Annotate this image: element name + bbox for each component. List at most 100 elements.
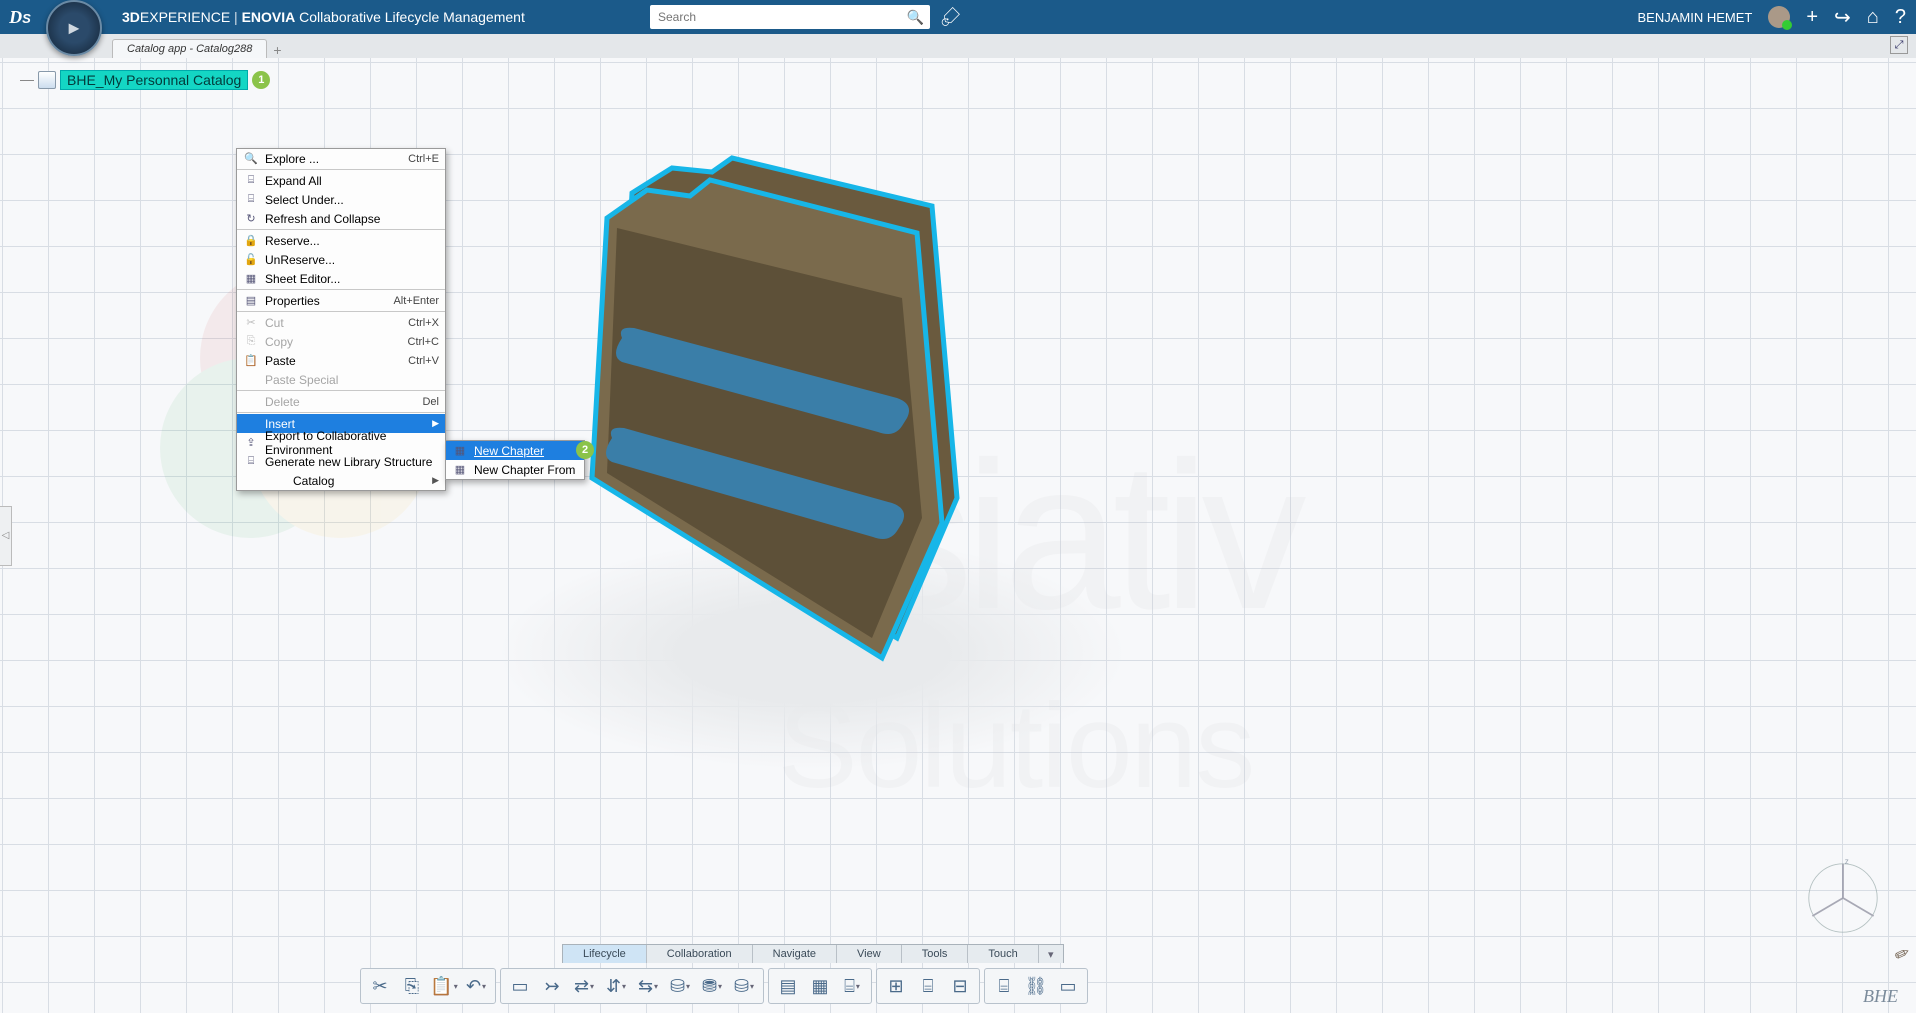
toolbar-button[interactable]: ⌸	[913, 971, 943, 1001]
bottom-tab-collaboration[interactable]: Collaboration	[647, 945, 753, 963]
toolbar-button[interactable]: ▭	[505, 971, 535, 1001]
toolbar-group-4: ⌸⛓▭	[984, 968, 1088, 1004]
menu-item-explore[interactable]: 🔍Explore ...Ctrl+E	[237, 149, 445, 168]
tag-icon[interactable]: 🏷	[941, 5, 962, 28]
menu-item-properties[interactable]: ▤PropertiesAlt+Enter	[237, 291, 445, 310]
menu-item-label: Sheet Editor...	[265, 272, 439, 286]
toolbar-button[interactable]: ↶	[461, 971, 491, 1001]
submenu-item-icon: ▦	[452, 443, 468, 459]
search-input[interactable]	[650, 5, 930, 29]
toolbar-button[interactable]: ↣	[537, 971, 567, 1001]
document-tab[interactable]: Catalog app - Catalog288	[112, 39, 267, 58]
toolbar-button[interactable]: ⛓	[1021, 971, 1051, 1001]
document-tab-bar: Catalog app - Catalog288 + ⤢	[0, 34, 1916, 58]
main-viewport[interactable]: visiativ Solutions ◁ BHE_My Personnal Ca…	[0, 58, 1916, 1013]
search-icon[interactable]: 🔍	[907, 9, 924, 26]
compass-button[interactable]	[46, 0, 102, 56]
toolbar-button[interactable]: ▤	[773, 971, 803, 1001]
menu-item-export-to-collaborative-environment[interactable]: ⇪Export to Collaborative Environment	[237, 433, 445, 452]
submenu-item-label: New Chapter	[474, 444, 544, 458]
search-field-wrap: 🔍	[650, 5, 930, 29]
svg-text:z: z	[1845, 857, 1849, 866]
title-3d: 3D	[122, 9, 140, 25]
header-bar: DS 3DEXPERIENCE | ENOVIA Collaborative L…	[0, 0, 1916, 34]
folder-3d-object[interactable]	[562, 138, 992, 678]
menu-item-select-under[interactable]: ⌸Select Under...	[237, 190, 445, 209]
menu-item-label: Explore ...	[265, 152, 402, 166]
orientation-gizmo[interactable]: z	[1798, 853, 1888, 943]
bottom-tab-tools[interactable]: Tools	[902, 945, 969, 963]
menu-separator	[237, 412, 445, 413]
expand-window-button[interactable]: ⤢	[1890, 36, 1908, 54]
header-right: BENJAMIN HEMET + ↪ ⌂ ?	[1637, 0, 1906, 34]
step-badge-2: 2	[576, 441, 594, 459]
toolbar-button[interactable]: ▭	[1053, 971, 1083, 1001]
menu-item-generate-new-library-structure[interactable]: ⌸Generate new Library Structure	[237, 452, 445, 471]
submenu-arrow-icon: ▶	[432, 475, 439, 486]
assistant-icon[interactable]: ✏	[1891, 942, 1914, 967]
menu-item-shortcut: Ctrl+V	[408, 355, 439, 367]
toolbar-button[interactable]: ⎘	[397, 971, 427, 1001]
submenu-item-new-chapter[interactable]: ▦New Chapter2	[446, 441, 584, 460]
product-name: Collaborative Lifecycle Management	[299, 9, 525, 25]
menu-separator	[237, 311, 445, 312]
toolbar-button[interactable]: ⌸	[837, 971, 867, 1001]
toolbar-button[interactable]: ▦	[805, 971, 835, 1001]
bottom-tab-view[interactable]: View	[837, 945, 902, 963]
avatar[interactable]	[1768, 6, 1790, 28]
menu-item-label: Delete	[265, 395, 416, 409]
toolbar-button[interactable]: ⛁	[729, 971, 759, 1001]
help-icon[interactable]: ?	[1895, 6, 1906, 29]
menu-item-icon: 🔍	[243, 151, 259, 167]
menu-item-icon: ▤	[243, 293, 259, 309]
menu-separator	[237, 229, 445, 230]
bottom-toolbar: ✂⎘📋↶▭↣⇄⇵⇆⛁⛃⛁▤▦⌸⊞⌸⊟⌸⛓▭	[360, 965, 1088, 1007]
toolbar-group-2: ▤▦⌸	[768, 968, 872, 1004]
home-icon[interactable]: ⌂	[1867, 6, 1879, 29]
bottom-tab-navigate[interactable]: Navigate	[753, 945, 837, 963]
bottom-tab-lifecycle[interactable]: Lifecycle	[563, 945, 647, 963]
menu-item-unreserve[interactable]: 🔓UnReserve...	[237, 250, 445, 269]
share-icon[interactable]: ↪	[1834, 5, 1851, 30]
menu-item-expand-all[interactable]: ⌸ Expand All	[237, 171, 445, 190]
menu-item-icon: 🔒	[243, 233, 259, 249]
toolbar-button[interactable]: ⛁	[665, 971, 695, 1001]
catalog-node-selected[interactable]: BHE_My Personnal Catalog	[60, 70, 248, 90]
document-tab-label: Catalog app - Catalog288	[127, 43, 252, 55]
add-icon[interactable]: +	[1806, 6, 1818, 29]
footer-signature: BHE	[1863, 986, 1898, 1007]
menu-item-label: Paste Special	[265, 373, 439, 387]
toolbar-button[interactable]: ✂	[365, 971, 395, 1001]
toolbar-button[interactable]: ⇆	[633, 971, 663, 1001]
bottom-tabs-dropdown[interactable]: ▾	[1039, 945, 1063, 963]
menu-item-icon: ⌸	[243, 173, 259, 189]
menu-item-catalog[interactable]: Catalog▶	[237, 471, 445, 490]
menu-item-reserve[interactable]: 🔒 Reserve...	[237, 231, 445, 250]
toolbar-button[interactable]: ⊟	[945, 971, 975, 1001]
toolbar-button[interactable]: ⌸	[989, 971, 1019, 1001]
new-tab-button[interactable]: +	[273, 42, 281, 58]
menu-item-cut: ✂CutCtrl+X	[237, 313, 445, 332]
menu-item-sheet-editor[interactable]: ▦ Sheet Editor...	[237, 269, 445, 288]
menu-item-label: Expand All	[265, 174, 439, 188]
menu-item-icon: 🔓	[243, 252, 259, 268]
submenu-arrow-icon: ▶	[432, 418, 439, 429]
toolbar-button[interactable]: ⇄	[569, 971, 599, 1001]
submenu-item-new-chapter-from[interactable]: ▦New Chapter From	[446, 460, 584, 479]
menu-item-icon: ▦	[243, 271, 259, 287]
toolbar-button[interactable]: ⇵	[601, 971, 631, 1001]
menu-item-label: Reserve...	[265, 234, 439, 248]
toolbar-button[interactable]: 📋	[429, 971, 459, 1001]
menu-item-icon	[243, 372, 259, 388]
toolbar-group-3: ⊞⌸⊟	[876, 968, 980, 1004]
context-menu: 🔍Explore ...Ctrl+E⌸Expand All⌸Select Und…	[236, 148, 446, 491]
toolbar-group-1: ▭↣⇄⇵⇆⛁⛃⛁	[500, 968, 764, 1004]
menu-item-icon	[243, 473, 259, 489]
toolbar-button[interactable]: ⊞	[881, 971, 911, 1001]
menu-item-refresh-and-collapse[interactable]: ↻Refresh and Collapse	[237, 209, 445, 228]
menu-item-paste[interactable]: 📋PasteCtrl+V	[237, 351, 445, 370]
menu-item-shortcut: Ctrl+C	[408, 336, 439, 348]
toolbar-button[interactable]: ⛃	[697, 971, 727, 1001]
bottom-tab-touch[interactable]: Touch	[968, 945, 1038, 963]
left-flyout-handle[interactable]: ◁	[0, 506, 12, 566]
